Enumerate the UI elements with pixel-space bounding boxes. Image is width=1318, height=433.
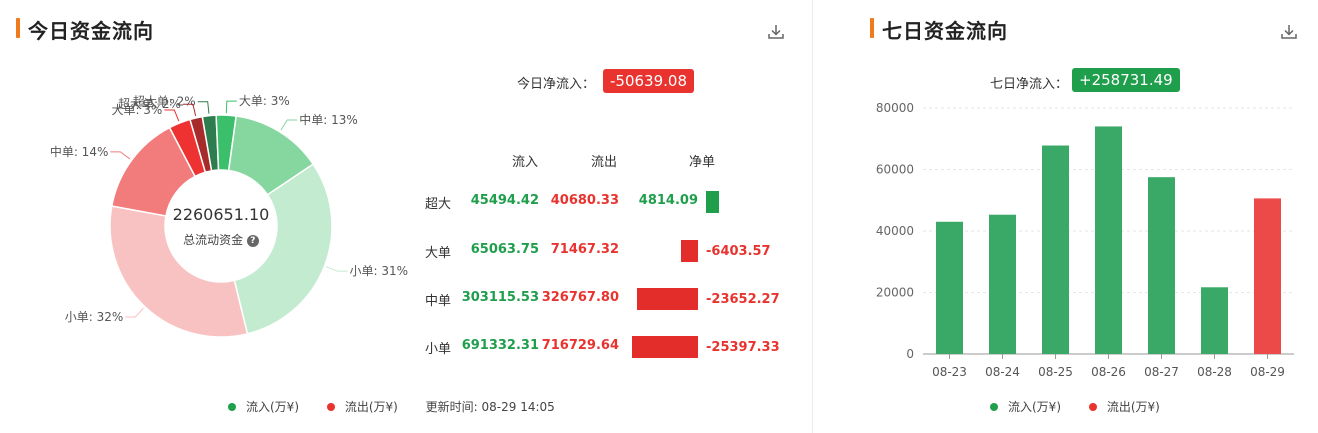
donut-slice-label: 超大单: 2% xyxy=(118,96,181,111)
net-bar xyxy=(681,240,698,262)
today-legend: 流入(万¥) 流出(万¥) 更新时间: 08-29 14:05 xyxy=(228,398,555,415)
header-outflow: 流出 xyxy=(591,155,618,170)
donut-slice-label: 大单: 3% xyxy=(239,94,290,108)
donut-slice-label: 小单: 31% xyxy=(350,264,409,278)
outflow-legend-label[interactable]: 流出(万¥) xyxy=(345,398,398,415)
y-tick-label: 20000 xyxy=(876,286,914,300)
today-net-value-badge: -50639.08 xyxy=(603,69,694,93)
donut-label-line xyxy=(326,266,348,272)
seven-day-flow-title: 七日资金流向 xyxy=(882,19,1008,43)
row-inflow-value: 303115.53 xyxy=(461,290,539,305)
header-net: 净单 xyxy=(689,155,716,170)
inflow-legend-label[interactable]: 流入(万¥) xyxy=(1008,398,1061,415)
download-icon[interactable] xyxy=(766,22,786,42)
row-inflow-value: 45494.42 xyxy=(470,193,539,208)
donut-label-line xyxy=(225,100,237,114)
row-net-value: -6403.57 xyxy=(706,244,771,259)
bar-08-25[interactable] xyxy=(1042,145,1069,354)
row-label: 中单 xyxy=(425,294,452,309)
row-net-value: 4814.09 xyxy=(638,193,698,208)
outflow-legend-dot xyxy=(1088,402,1097,411)
x-tick-label: 08-24 xyxy=(985,365,1020,379)
row-outflow-value: 716729.64 xyxy=(541,338,619,353)
donut-label-line xyxy=(125,307,144,318)
donut-slice-label: 中单: 14% xyxy=(50,144,109,159)
row-label: 小单 xyxy=(425,342,452,357)
bar-08-26[interactable] xyxy=(1095,126,1122,354)
download-icon[interactable] xyxy=(1279,22,1299,42)
today-net-label: 今日净流入： xyxy=(517,77,596,92)
row-outflow-value: 71467.32 xyxy=(550,242,619,257)
seven-day-bar-chart: 0 20000 40000 60000 80000 08-23 08-24 08-25 08-2… xyxy=(876,101,1294,379)
row-inflow-value: 65063.75 xyxy=(470,242,539,257)
title-accent-bar xyxy=(870,18,874,38)
x-tick-label: 08-26 xyxy=(1091,365,1126,379)
donut-center-caption: 总流动资金 ? xyxy=(150,231,292,248)
x-tick-label: 08-23 xyxy=(932,365,967,379)
title-accent-bar xyxy=(16,18,20,38)
row-net-value: -25397.33 xyxy=(706,340,780,355)
outflow-legend-label[interactable]: 流出(万¥) xyxy=(1107,398,1160,415)
x-tick-label: 08-29 xyxy=(1250,365,1285,379)
header-inflow: 流入 xyxy=(512,155,539,170)
x-tick-label: 08-28 xyxy=(1197,365,1232,379)
row-outflow-value: 40680.33 xyxy=(550,193,619,208)
row-net-value: -23652.27 xyxy=(706,292,780,307)
net-bar xyxy=(632,336,698,358)
inflow-legend-dot xyxy=(228,402,236,411)
panel-divider xyxy=(812,0,813,433)
donut-center-label: 总流动资金 xyxy=(183,233,244,247)
row-label: 大单 xyxy=(425,246,452,261)
donut-label-line xyxy=(110,151,131,160)
row-label: 超大 xyxy=(425,197,452,212)
bar-08-29[interactable] xyxy=(1254,198,1281,354)
today-flow-title: 今日资金流向 xyxy=(28,19,154,43)
donut-slice[interactable] xyxy=(233,163,333,335)
donut-center-value: 2260651.10 xyxy=(172,205,270,224)
donut-label-line xyxy=(197,101,210,114)
update-time: 更新时间: 08-29 14:05 xyxy=(425,400,555,414)
seven-day-legend: 流入(万¥) 流出(万¥) xyxy=(990,398,1160,415)
row-inflow-value: 691332.31 xyxy=(461,338,539,353)
seven-day-flow-panel: 七日资金流向 七日净流入： +258731.49 0 20000 40000 6000… xyxy=(842,0,1318,433)
donut-label-line xyxy=(280,119,298,131)
outflow-legend-dot xyxy=(326,402,335,411)
y-tick-label: 0 xyxy=(906,347,914,361)
x-tick-label: 08-27 xyxy=(1144,365,1179,379)
net-bar xyxy=(706,191,719,213)
bar-08-23[interactable] xyxy=(936,221,963,354)
row-outflow-value: 326767.80 xyxy=(541,290,619,305)
donut-label-line xyxy=(164,109,180,122)
inflow-legend-dot xyxy=(990,402,998,411)
y-tick-label: 80000 xyxy=(876,101,914,115)
today-flow-panel: 今日资金流向 今日净流入： -50639.08 超大单: 2% 大单: 3% 中单:… xyxy=(0,0,812,433)
question-circle-icon[interactable]: ? xyxy=(246,234,259,247)
inflow-legend-label[interactable]: 流入(万¥) xyxy=(246,398,299,415)
bar-08-24[interactable] xyxy=(989,214,1016,354)
x-tick-label: 08-25 xyxy=(1038,365,1073,379)
bar-08-27[interactable] xyxy=(1148,177,1175,354)
bar-08-28[interactable] xyxy=(1201,287,1228,354)
y-tick-label: 60000 xyxy=(876,163,914,177)
y-tick-label: 40000 xyxy=(876,224,914,238)
seven-day-net-value-badge: +258731.49 xyxy=(1072,68,1180,92)
net-bar xyxy=(636,288,698,310)
donut-slice-label: 小单: 32% xyxy=(65,310,124,324)
donut-slice-label: 中单: 13% xyxy=(299,112,358,127)
